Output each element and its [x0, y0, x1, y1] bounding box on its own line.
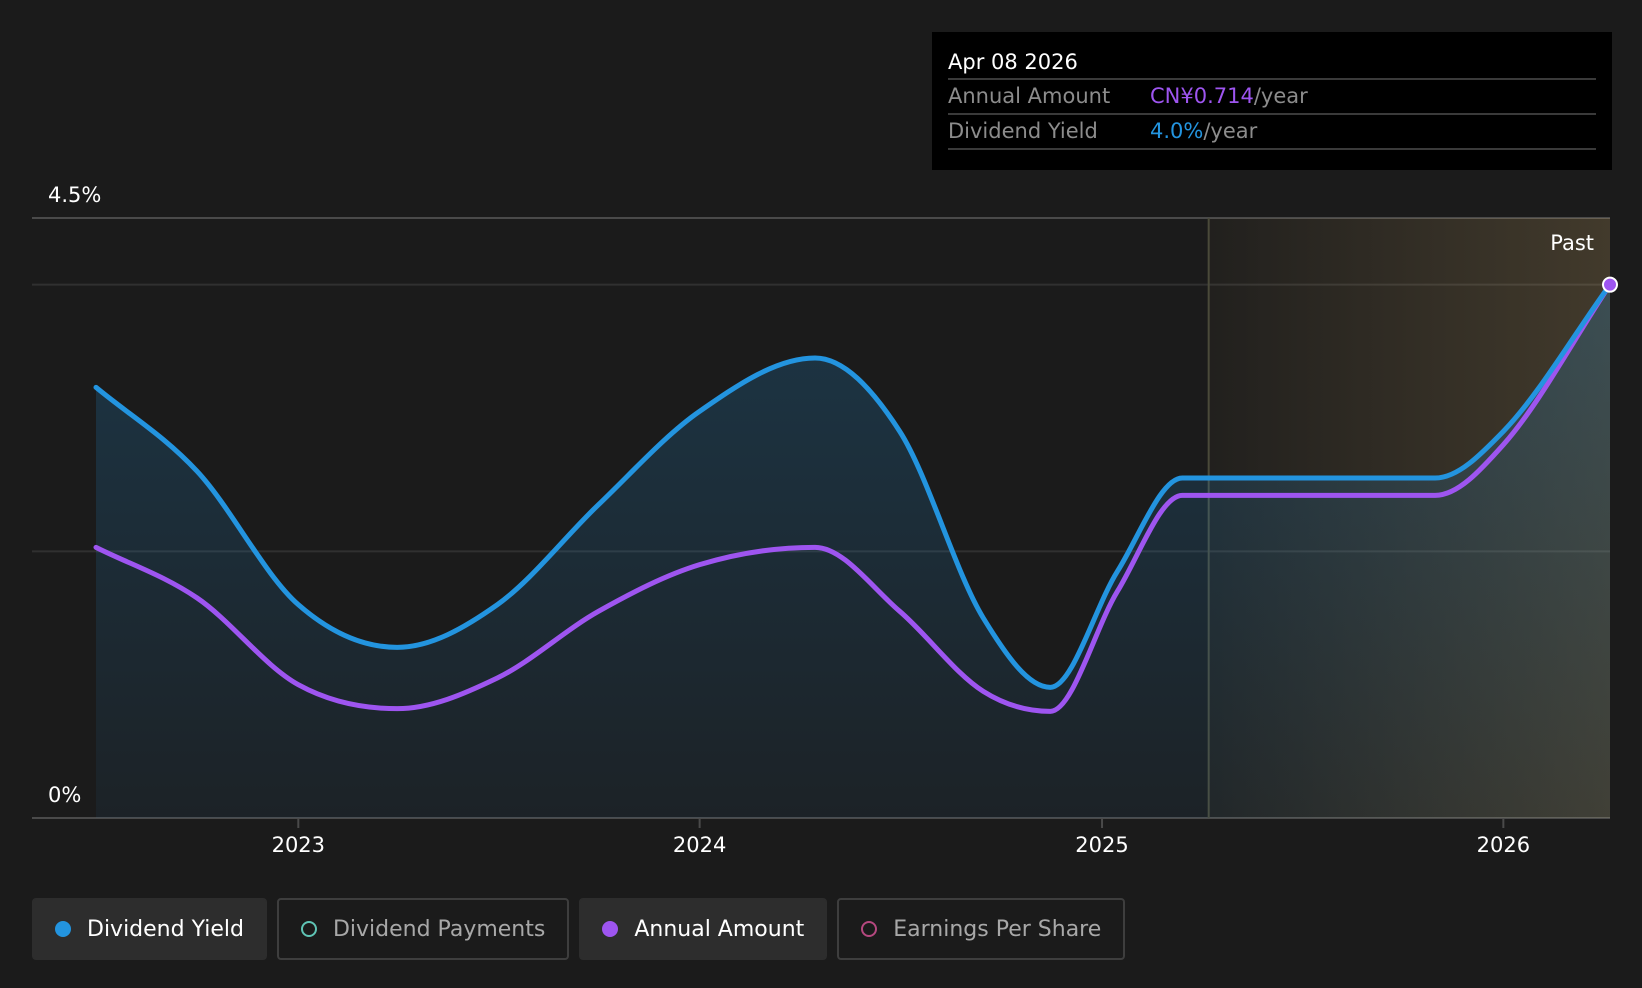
chart-legend: Dividend Yield Dividend Payments Annual … — [32, 898, 1126, 960]
legend-dividend-yield-button[interactable]: Dividend Yield — [32, 898, 267, 960]
tooltip-dividend-yield-label: Dividend Yield — [948, 119, 1098, 143]
legend-earnings-per-share-label: Earnings Per Share — [893, 916, 1102, 942]
earnings-per-share-ring-icon — [861, 921, 878, 937]
tooltip-date: Apr 08 2026 — [948, 46, 1596, 80]
dividend-payments-ring-icon — [300, 921, 317, 937]
tooltip-dividend-yield-unit: /year — [1203, 119, 1258, 143]
hover-tooltip: Apr 08 2026 Annual Amount CN¥0.714 /year… — [932, 32, 1612, 170]
x-tick-label: 2024 — [673, 833, 726, 857]
current-value-marker[interactable] — [1602, 276, 1618, 293]
y-axis-max-label: 4.5% — [48, 183, 101, 207]
legend-dividend-yield-label: Dividend Yield — [87, 916, 244, 942]
past-label: Past — [1550, 231, 1594, 255]
legend-annual-amount-label: Annual Amount — [634, 916, 805, 942]
annual-amount-dot-icon — [602, 921, 619, 937]
tooltip-dividend-yield-row: Dividend Yield 4.0% /year — [948, 115, 1596, 150]
tooltip-annual-amount-row: Annual Amount CN¥0.714 /year — [948, 80, 1596, 115]
legend-dividend-payments-button[interactable]: Dividend Payments — [276, 898, 570, 960]
dividend-yield-dot-icon — [55, 921, 71, 937]
x-tick-label: 2026 — [1477, 833, 1530, 857]
tooltip-dividend-yield-value: 4.0% — [1150, 119, 1204, 143]
x-tick-label: 2023 — [272, 833, 325, 857]
tooltip-annual-amount-unit: /year — [1253, 84, 1308, 108]
x-tick-label: 2025 — [1075, 833, 1128, 857]
legend-dividend-payments-label: Dividend Payments — [332, 916, 546, 942]
tooltip-annual-amount-value: CN¥0.714 — [1150, 84, 1254, 108]
legend-earnings-per-share-button[interactable]: Earnings Per Share — [837, 898, 1126, 960]
tooltip-annual-amount-label: Annual Amount — [948, 84, 1111, 108]
y-axis-min-label: 0% — [48, 783, 81, 807]
legend-annual-amount-button[interactable]: Annual Amount — [579, 898, 828, 960]
x-axis-ticks: 2023 2024 2025 2026 — [272, 818, 1530, 857]
